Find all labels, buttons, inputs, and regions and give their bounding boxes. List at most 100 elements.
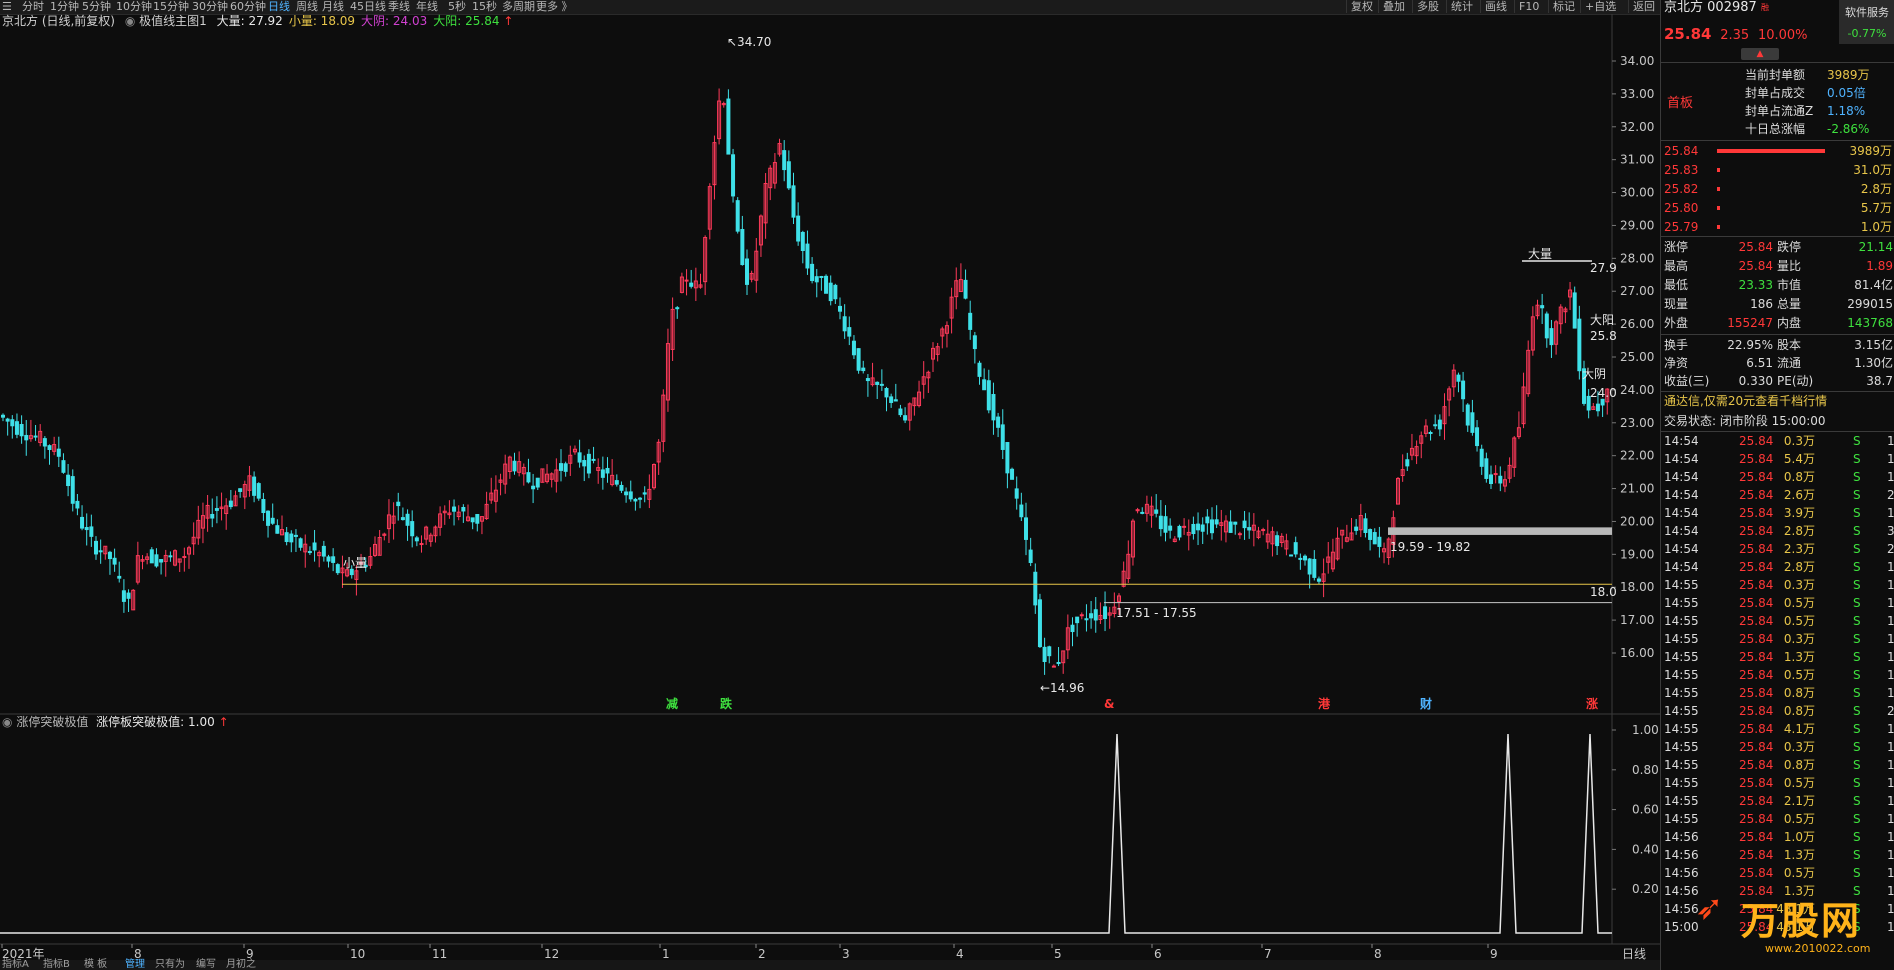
sub-indicator-name[interactable]: 涨停突破极值	[16, 715, 88, 729]
stat-label: 外盘	[1664, 316, 1689, 330]
timeframe-tab[interactable]: 60分钟	[230, 0, 266, 13]
candle-body	[1368, 529, 1373, 540]
candle-body	[986, 380, 991, 411]
candle-body	[633, 498, 638, 502]
toolbar-button[interactable]: 统计	[1446, 0, 1473, 13]
candle-body	[154, 554, 159, 567]
candle-body	[991, 394, 996, 421]
toolbar-menu-icon[interactable]: ☰	[2, 0, 12, 13]
timeframe-tab[interactable]: 分时	[22, 0, 44, 13]
tick-time: 14:55	[1664, 794, 1699, 808]
candle-body	[61, 460, 66, 473]
sub-indicator-toggle-icon[interactable]: ◉	[2, 715, 12, 729]
big-yin-tag: 大阴	[1582, 367, 1606, 381]
timeframe-tab[interactable]: 年线	[416, 0, 438, 13]
toolbar-button[interactable]: 多股	[1412, 0, 1439, 13]
y-tick-label: 23.00	[1620, 416, 1654, 430]
timeframe-tab[interactable]: 45日线	[350, 0, 386, 13]
stat-value: 3.15亿	[1854, 338, 1893, 352]
tick-count: 1	[1887, 812, 1894, 826]
candle-body	[94, 540, 98, 555]
candle-body	[1177, 525, 1182, 538]
timeframe-tab[interactable]: 15秒	[472, 0, 497, 13]
tick-side: S	[1853, 722, 1861, 736]
candle-body	[1, 414, 5, 418]
toolbar-button[interactable]: 复权	[1346, 0, 1373, 13]
candle-body	[405, 513, 410, 526]
tick-price: 25.84	[1739, 434, 1774, 448]
tick-count: 2	[1887, 704, 1894, 718]
candle-body	[149, 549, 154, 564]
candle-body	[1056, 661, 1061, 665]
candle-body	[605, 467, 610, 474]
timeframe-tab[interactable]: 5分钟	[82, 0, 111, 13]
indicator-toggle-icon[interactable]: ◉	[125, 14, 135, 28]
tick-price: 25.84	[1739, 740, 1774, 754]
bottom-tab[interactable]: 管理	[125, 959, 145, 970]
bid-bar	[1717, 168, 1720, 172]
tick-time: 14:54	[1664, 524, 1699, 538]
candle-body	[805, 243, 810, 269]
collapse-arrow-icon[interactable]: ▲	[1741, 48, 1779, 60]
timeframe-tab[interactable]: 5秒	[448, 0, 466, 13]
first-board-tag: 首板	[1667, 96, 1694, 111]
toolbar-button[interactable]: 叠加	[1378, 0, 1405, 13]
candle-body	[796, 215, 801, 242]
toolbar-button[interactable]: 返回	[1628, 0, 1655, 13]
bottom-tab[interactable]: 指标A	[2, 959, 29, 970]
toolbar-button[interactable]: 标记	[1548, 0, 1575, 13]
stat-label: 总量	[1777, 297, 1802, 311]
toolbar-button[interactable]: F10	[1514, 0, 1539, 13]
candle-body	[689, 282, 694, 287]
tick-volume: 2.6万	[1783, 488, 1815, 502]
candle-body	[1200, 524, 1205, 532]
x-tick-label: 11	[432, 947, 447, 960]
stat-label: 跌停	[1777, 240, 1802, 254]
timeframe-tab[interactable]: 1分钟	[50, 0, 79, 13]
tick-count: 1	[1887, 866, 1894, 880]
tick-volume: 0.5万	[1783, 812, 1815, 826]
timeframe-tab[interactable]: 周线	[296, 0, 318, 13]
bottom-tab[interactable]: 指标B	[43, 959, 70, 970]
candle-body	[1070, 624, 1075, 633]
bottom-tab[interactable]: 编写	[196, 959, 216, 970]
tick-time: 14:54	[1664, 560, 1699, 574]
candle-body	[865, 378, 870, 382]
stat-value: 143768	[1847, 316, 1893, 330]
timeframe-tab[interactable]: 多周期	[502, 0, 535, 13]
candle-body	[731, 154, 736, 197]
timeframe-tab[interactable]: 30分钟	[192, 0, 228, 13]
candle-body	[1214, 519, 1219, 525]
candle-body	[624, 491, 629, 496]
toolbar-button[interactable]: 画线	[1480, 0, 1507, 13]
timeframe-tab[interactable]: 10分钟	[116, 0, 152, 13]
seal-label: 当前封单额	[1745, 68, 1806, 82]
tick-count: 1	[1887, 794, 1894, 808]
candle-body	[1372, 532, 1377, 545]
toolbar-button[interactable]: +自选	[1580, 0, 1616, 13]
sub-indicator-value: 涨停板突破极值: 1.00	[96, 715, 215, 729]
candle-body	[819, 275, 824, 278]
timeframe-tab[interactable]: 15分钟	[153, 0, 189, 13]
timeframe-tab[interactable]: 更多 》	[536, 0, 573, 13]
candle-body	[321, 545, 326, 557]
candle-body	[1242, 520, 1247, 529]
ad-banner[interactable]: 通达信,仅需20元查看千档行情	[1664, 394, 1827, 408]
bottom-tab[interactable]: 只有为	[155, 959, 185, 970]
candle-body	[1363, 518, 1368, 534]
timeframe-tab[interactable]: 季线	[388, 0, 410, 13]
kline-chart-area[interactable]: 34.0033.0032.0031.0030.0029.0028.0027.00…	[0, 14, 1660, 960]
timeframe-tab[interactable]: 月线	[322, 0, 344, 13]
tick-time: 14:54	[1664, 542, 1699, 556]
tick-price: 25.84	[1739, 614, 1774, 628]
bottom-tab[interactable]: 月初之	[226, 959, 256, 970]
bottom-tab[interactable]: 模 板	[84, 959, 107, 970]
watermark-text: 万股网	[1741, 899, 1862, 943]
indicator-name[interactable]: 极值线主图1	[139, 14, 207, 28]
big-yang-value: 25.8	[1590, 329, 1617, 343]
y-tick-label: 21.00	[1620, 482, 1654, 496]
tick-side: S	[1853, 488, 1861, 502]
candle-body	[1303, 555, 1307, 561]
candle-body	[1261, 529, 1266, 532]
timeframe-tab[interactable]: 日线	[268, 0, 290, 13]
